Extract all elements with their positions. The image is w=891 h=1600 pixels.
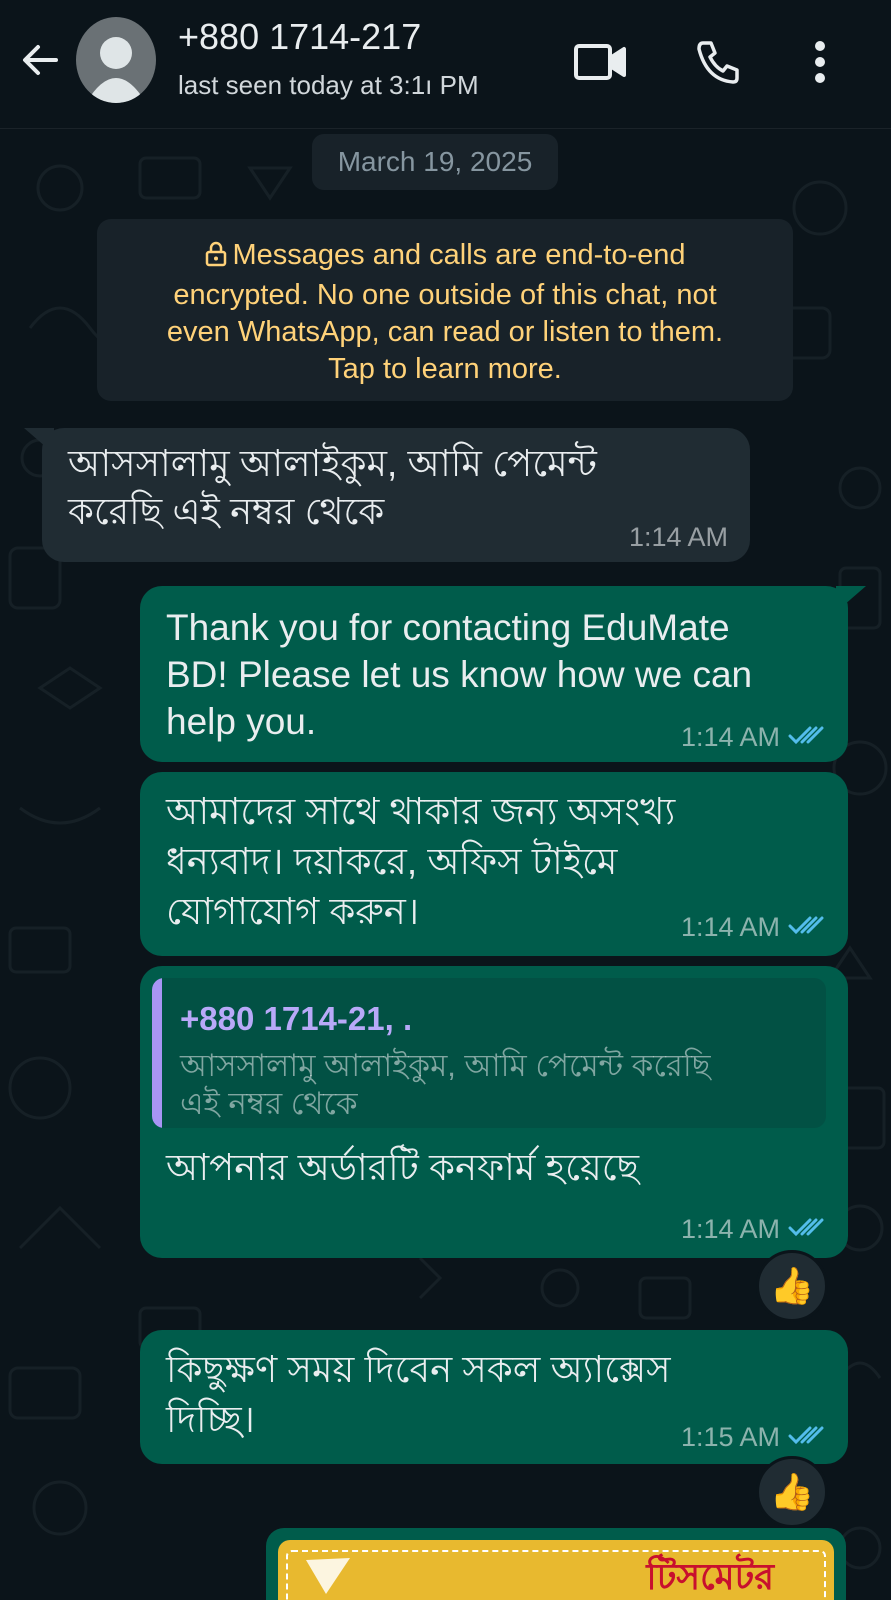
incoming-message[interactable]: আসসালামু আলাইকুম, আমি পেমেন্ট করেছি এই ন… (42, 428, 750, 562)
message-line: করেছি এই নম্বর থেকে (68, 491, 385, 532)
message-meta: 1:15 AM (681, 1422, 826, 1453)
message-line: কিছুক্ষণ সময় দিবেন সকল অ্যাক্সেস (166, 1349, 671, 1390)
quoted-text-line: আসসালামু আলাইকুম, আমি পেমেন্ট করেছি (180, 1048, 711, 1083)
image-text-fragment: টিসমেটর (646, 1556, 774, 1597)
video-call-icon (574, 44, 626, 80)
encryption-notice-line: even WhatsApp, can read or listen to the… (166, 316, 724, 348)
image-thumbnail[interactable]: টিসমেটর (278, 1540, 834, 1600)
message-line: আপনার অর্ডারটি কনফার্ম হয়েছে (166, 1147, 640, 1188)
learn-more-link[interactable]: Tap to learn more. (97, 351, 793, 388)
quote-accent-bar (152, 978, 162, 1128)
encryption-notice[interactable]: Messages and calls are end-to-end encryp… (97, 219, 793, 401)
last-seen-status: last seen today at 3:1ı РΜ (178, 70, 479, 100)
quoted-message[interactable]: +880 1714-21, . আসসালামু আলাইকুম, আমি পে… (152, 978, 826, 1128)
message-line: যোগাযোগ করুন। (166, 891, 420, 932)
message-line: ধন্যবাদ। দয়াকরে, অফিস টাইমে (166, 841, 618, 882)
voice-call-icon (697, 41, 739, 84)
contact-name[interactable]: +880 1714-217 (178, 16, 421, 58)
message-time: 1:14 AM (680, 1214, 780, 1244)
message-line: আসসালামু আলাইকুম, আমি পেমেন্ট (68, 443, 597, 484)
paper-plane-icon (306, 1558, 350, 1594)
date-separator: March 19, 2025 (312, 134, 558, 190)
message-line: help you. (166, 701, 317, 742)
message-line: দিচ্ছি। (166, 1399, 255, 1440)
bubble-tail-icon (24, 428, 54, 454)
quoted-sender: +880 1714-21, . (180, 1000, 413, 1037)
encryption-notice-line: Messages and calls are end-to-end (97, 237, 793, 277)
message-meta: 1:14 AM (681, 722, 826, 753)
outgoing-reply-message[interactable]: +880 1714-21, . আসসালামু আলাইকুম, আমি পে… (140, 966, 848, 1258)
lock-icon (205, 240, 227, 277)
thumbs-up-reaction[interactable]: 👍 (756, 1456, 828, 1528)
double-check-icon (788, 912, 826, 943)
back-button[interactable] (14, 34, 66, 86)
message-line: আমাদের সাথে থাকার জন্য অসংখ্য (166, 791, 676, 832)
more-options-button[interactable] (792, 34, 848, 90)
outgoing-message[interactable]: Thank you for contacting EduMate BD! Ple… (140, 586, 848, 762)
outgoing-image-message[interactable]: টিসমেটর (266, 1528, 846, 1600)
message-time: 1:14 AM (680, 912, 780, 942)
message-line: Thank you for contacting EduMate (166, 607, 730, 648)
video-call-button[interactable] (572, 34, 628, 90)
chat-screen: +880 1714-217 last seen today at 3:1ı РΜ… (0, 0, 891, 1600)
message-time: 1:15 AM (680, 1422, 780, 1452)
default-avatar-icon (86, 37, 146, 103)
avatar[interactable] (76, 17, 156, 103)
voice-call-button[interactable] (690, 34, 746, 90)
encryption-notice-line: encrypted. No one outside of this chat, … (173, 279, 717, 311)
message-time: 1:14 AM (680, 722, 780, 752)
double-check-icon (788, 722, 826, 753)
message-meta: 1:14 AM (681, 912, 826, 943)
message-time: 1:14 AM (628, 522, 728, 552)
arrow-left-icon (23, 45, 58, 75)
bubble-tail-icon (836, 586, 866, 612)
chat-header: +880 1714-217 last seen today at 3:1ı РΜ (0, 0, 891, 129)
message-meta: 1:14 AM (681, 1214, 826, 1245)
message-line: BD! Please let us know how we can (166, 654, 753, 695)
quoted-text-line: এই নম্বর থেকে (180, 1086, 358, 1121)
outgoing-message[interactable]: কিছুক্ষণ সময় দিবেন সকল অ্যাক্সেস দিচ্ছি… (140, 1330, 848, 1464)
thumbs-up-reaction[interactable]: 👍 (756, 1250, 828, 1322)
outgoing-message[interactable]: আমাদের সাথে থাকার জন্য অসংখ্য ধন্যবাদ। দ… (140, 772, 848, 956)
more-vert-icon (815, 41, 825, 83)
double-check-icon (788, 1422, 826, 1453)
double-check-icon (788, 1214, 826, 1245)
